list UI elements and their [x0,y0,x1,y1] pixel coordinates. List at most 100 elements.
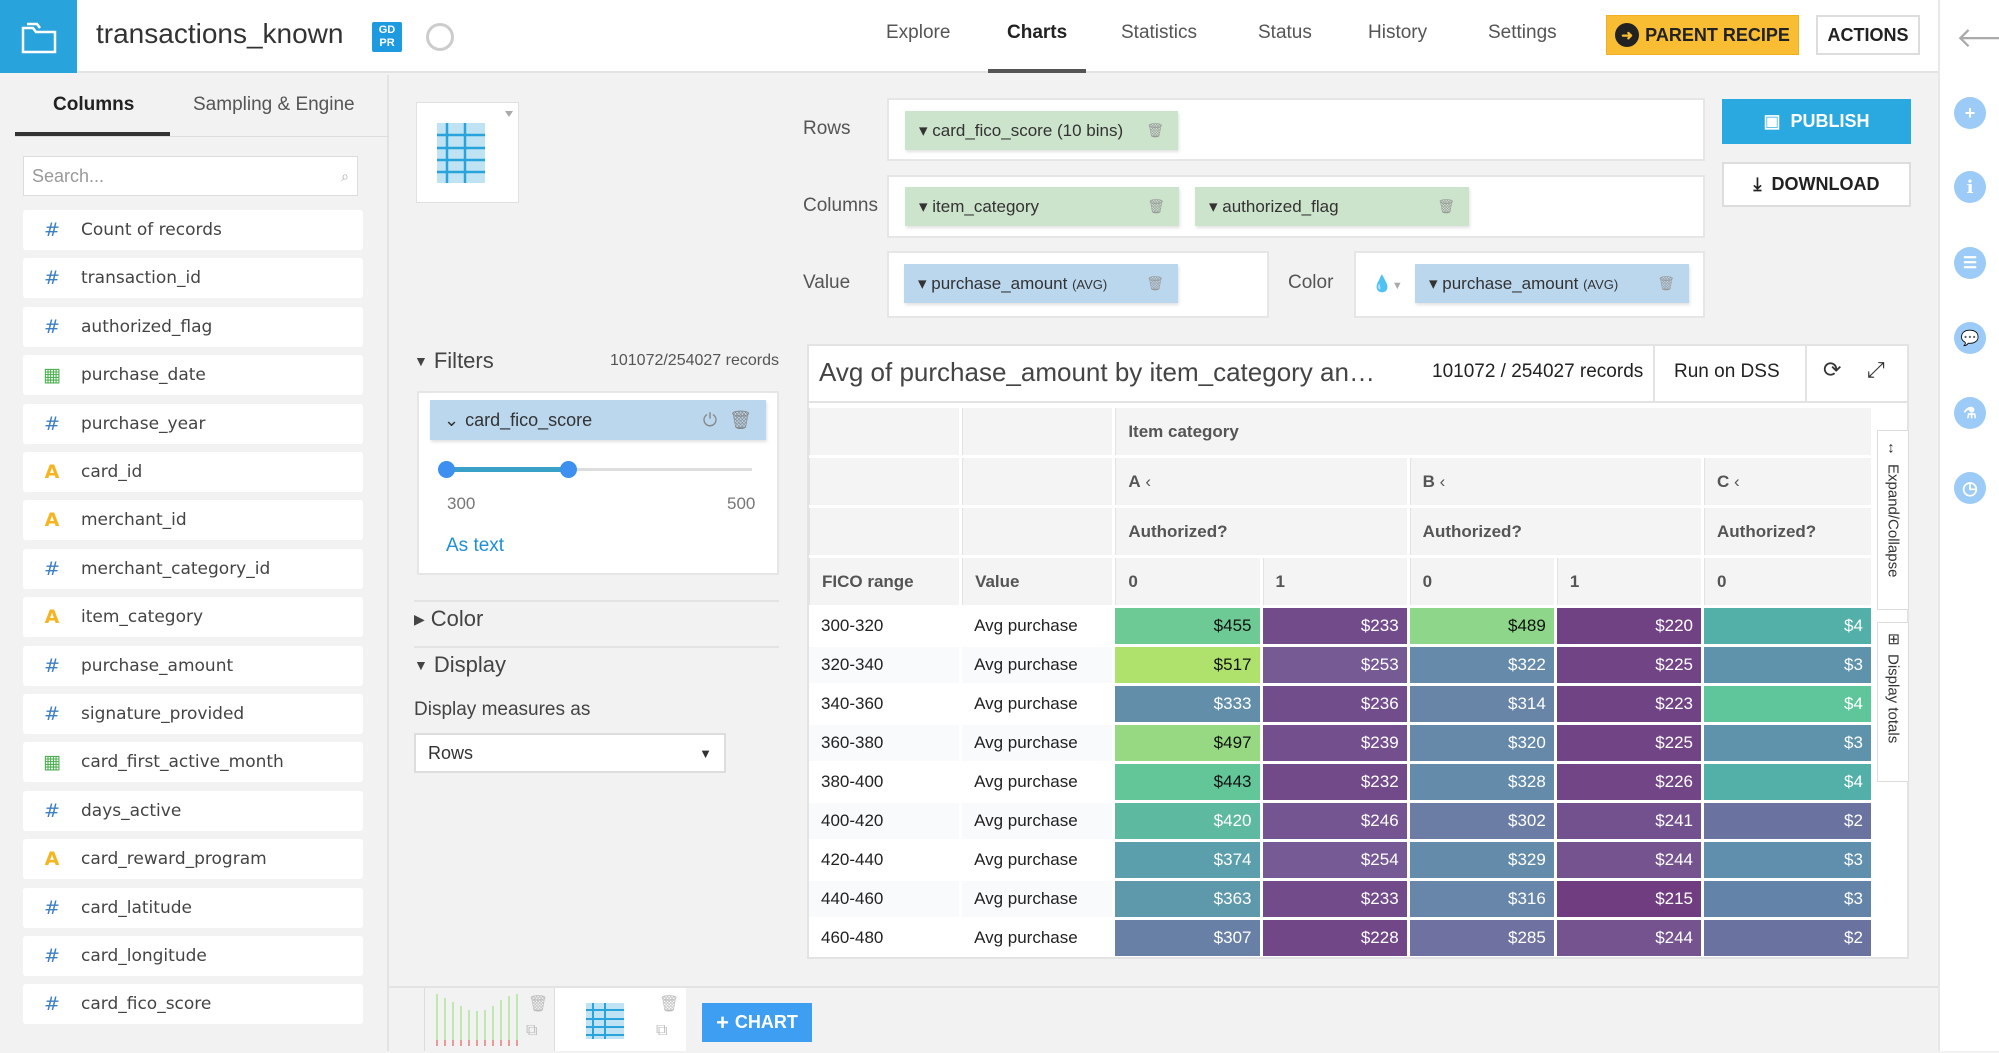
column-item[interactable]: ▦ purchase_date [23,355,363,396]
dropdown-caret-icon [505,111,513,117]
duplicate-icon[interactable]: ⧉ [656,1022,667,1040]
color-section-toggle[interactable]: ▶ Color [414,606,483,632]
category-header[interactable]: A ‹ [1115,458,1406,505]
column-item[interactable]: # authorized_flag [23,306,363,347]
plus-icon[interactable]: + [1954,97,1986,129]
run-on-dss-button[interactable]: Run on DSS [1674,361,1780,383]
display-totals-tab[interactable]: ⊞ Display totals [1877,622,1909,782]
columns-label: Columns [803,195,878,216]
value-cell: $497 [1115,725,1260,761]
columns-pill-authorized-flag[interactable]: ▾ authorized_flag 🗑 [1195,187,1469,226]
columns-pill-item-category[interactable]: ▾ item_category 🗑 [905,187,1179,226]
tab-columns[interactable]: Columns [53,94,134,116]
chart-tab-pivot-table[interactable]: 🗑 ⧉ [555,988,686,1051]
display-measures-select[interactable]: Rows ▼ [414,733,726,773]
actions-button[interactable]: ACTIONS [1816,15,1920,55]
column-item[interactable]: # card_fico_score [23,984,363,1025]
pivot-table: Item category A ‹ B ‹ C ‹ Authorized? Authori… [809,405,1877,957]
trash-icon[interactable]: 🗑 [1146,275,1164,292]
publish-label: PUBLISH [1790,111,1870,131]
power-icon[interactable]: ⏻ [703,410,717,431]
color-palette-dropdown[interactable]: 💧▼ [1372,274,1403,294]
column-name: merchant_category_id [81,558,271,579]
column-item[interactable]: # purchase_year [23,403,363,444]
column-item[interactable]: # Count of records [23,210,363,250]
value-cell: $4 [1704,686,1871,722]
column-item[interactable]: # signature_provided [23,694,363,734]
column-item[interactable]: Aitem_category [23,597,363,638]
color-pill[interactable]: ▾ purchase_amount (AVG) 🗑 [1415,264,1689,303]
rows-pill[interactable]: ▾ card_fico_score (10 bins) 🗑 [905,111,1178,150]
column-item[interactable]: ▦ card_first_active_month [23,742,363,783]
authorized-header: Authorized? [1409,508,1701,555]
compass-icon[interactable] [426,23,454,51]
value-label-cell: Avg purchase [974,889,1078,908]
column-item[interactable]: # merchant_category_id [23,548,363,589]
publish-button[interactable]: ▣ PUBLISH [1722,99,1911,144]
chart-tab-bar-chart[interactable]: 🗑 ⧉ [424,988,555,1051]
category-header[interactable]: C ‹ [1704,458,1871,505]
trash-icon[interactable]: 🗑 [659,994,679,1014]
empty-header [962,458,1112,505]
tab-statistics[interactable]: Statistics [1121,22,1197,44]
column-name: days_active [81,800,182,821]
range-slider-min-handle[interactable] [438,461,455,478]
tab-history[interactable]: History [1368,22,1427,44]
trash-icon[interactable]: 🗑 [1146,122,1164,139]
column-item[interactable]: # card_latitude [23,887,363,928]
divider [414,646,779,648]
value-pill[interactable]: ▾ purchase_amount (AVG) 🗑 [904,264,1178,303]
collapse-chevron-icon[interactable]: ‹ [1729,472,1740,491]
fico-range-cell: 380-400 [821,772,884,791]
back-arrow-icon[interactable]: 🡐 [1956,20,1999,54]
pill-label: purchase_amount [1442,273,1579,293]
gdpr-badge[interactable]: GD PR [372,22,402,52]
collapse-chevron-icon[interactable]: ‹ [1141,472,1151,491]
expand-collapse-tab[interactable]: ↔ Expand/Collapse [1877,430,1909,610]
value-cell: $2 [1704,920,1871,956]
filter-header[interactable]: ⌄ card_fico_score ⏻ 🗑 [430,400,766,440]
pill-label: purchase_amount [931,273,1068,293]
info-icon[interactable]: i [1954,171,1986,203]
filters-section-toggle[interactable]: ▼ Filters [414,348,494,374]
refresh-icon[interactable]: ⟳ [1823,357,1841,383]
category-header[interactable]: B ‹ [1409,458,1701,505]
fico-range-cell: 360-380 [821,733,884,752]
display-section-toggle[interactable]: ▼ Display [414,652,506,678]
add-chart-button[interactable]: + CHART [702,1003,812,1042]
column-item[interactable]: Acard_id [23,452,363,492]
column-item[interactable]: # days_active [23,790,363,831]
collapse-chevron-icon[interactable]: ‹ [1435,472,1446,491]
list-icon[interactable]: ☰ [1954,247,1986,279]
trash-icon[interactable]: 🗑 [528,994,548,1014]
authorized-header: Authorized? [1115,508,1406,555]
dataset-folder-icon[interactable] [0,0,77,73]
parent-recipe-button[interactable]: ➜ PARENT RECIPE [1606,15,1799,55]
pill-label: item_category [932,196,1040,216]
trash-icon[interactable]: 🗑 [729,410,752,431]
trash-icon[interactable]: 🗑 [1657,275,1675,292]
duplicate-icon[interactable]: ⧉ [526,1022,537,1040]
column-item[interactable]: Acard_reward_program [23,839,363,880]
trash-icon[interactable]: 🗑 [1147,198,1165,215]
column-item[interactable]: Amerchant_id [23,500,363,541]
chart-title[interactable]: Avg of purchase_amount by item_category … [819,357,1399,388]
column-item[interactable]: # transaction_id [23,258,363,299]
trash-icon[interactable]: 🗑 [1437,198,1455,215]
column-item[interactable]: # card_longitude [23,936,363,976]
authorized-header: Authorized? [1704,508,1871,555]
tab-explore[interactable]: Explore [886,22,950,44]
as-text-link[interactable]: As text [446,535,504,557]
download-button[interactable]: ⤓ DOWNLOAD [1722,162,1911,207]
microscope-icon[interactable]: ⚗ [1954,397,1986,429]
tab-charts[interactable]: Charts [1007,22,1067,44]
chart-type-selector[interactable] [416,102,519,203]
search-input[interactable]: Search... ⌕ [23,156,358,196]
tab-status[interactable]: Status [1258,22,1312,44]
tab-sampling-engine[interactable]: Sampling & Engine [193,94,355,116]
comment-icon[interactable]: 💬 [1954,322,1986,354]
clock-icon[interactable]: ◷ [1954,472,1986,504]
tab-settings[interactable]: Settings [1488,22,1557,44]
column-item[interactable]: # purchase_amount [23,645,363,686]
fullscreen-icon[interactable]: ⤢ [1867,357,1885,383]
